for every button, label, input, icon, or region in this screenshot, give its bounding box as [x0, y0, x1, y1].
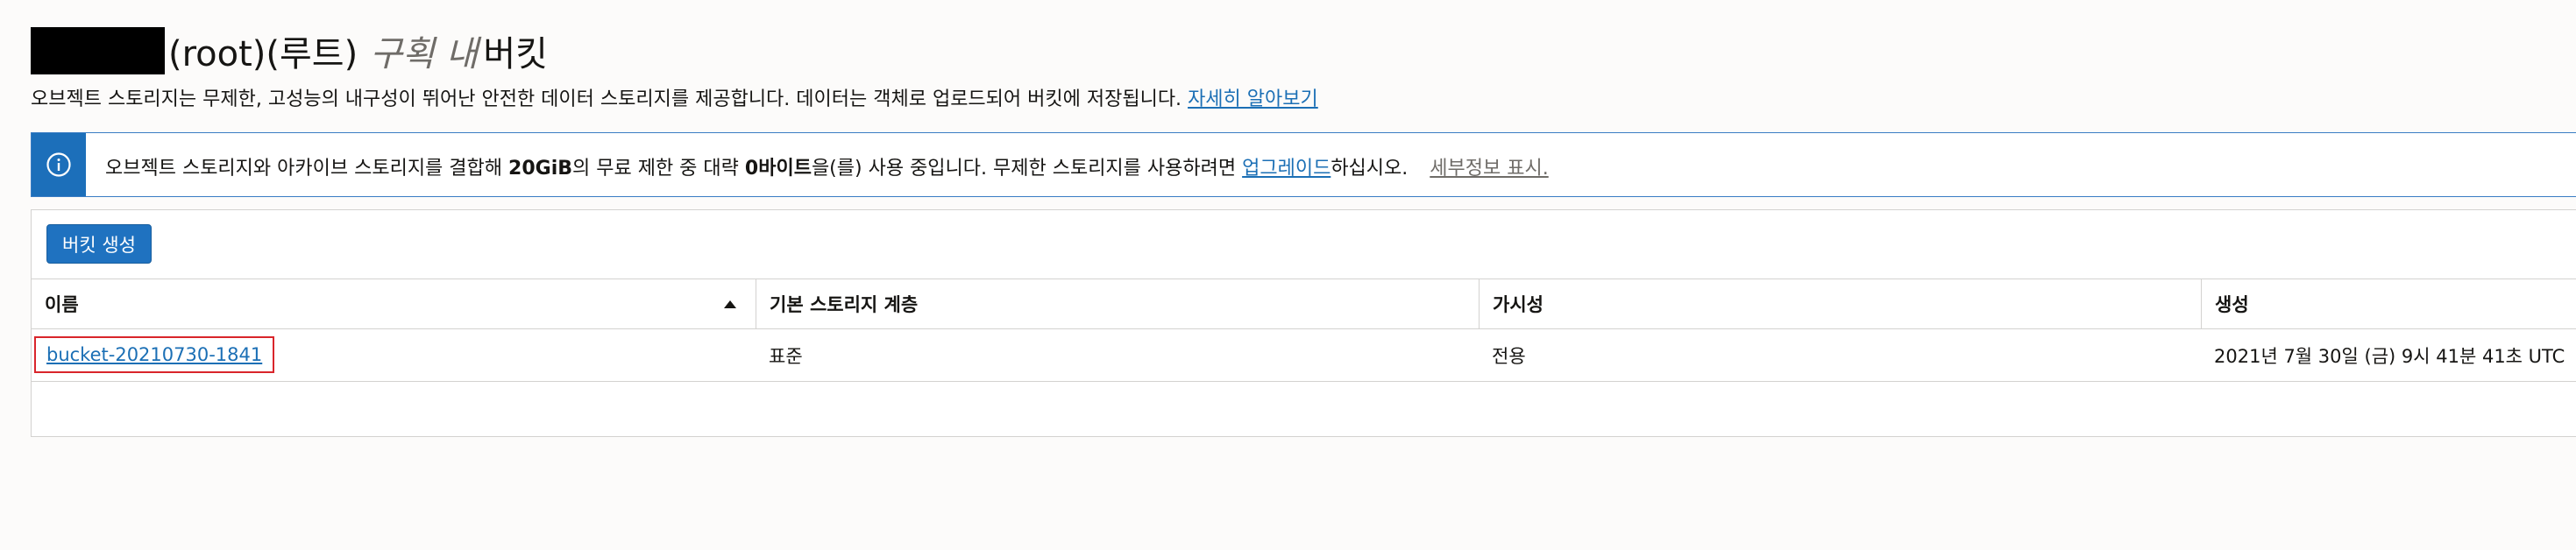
cell-created: 2021년 7월 30일 (금) 9시 41분 41초 UTC	[2214, 345, 2565, 367]
page-title: (root)(루트) 구획 내 버킷	[31, 25, 548, 77]
free-limit-value: 20GiB	[508, 158, 572, 180]
table-row: bucket-20210730-1841 표준 전용 2021년 7월 30일 …	[32, 329, 2576, 382]
column-header-name-label: 이름	[45, 294, 79, 315]
column-header-visibility-label: 가시성	[1493, 294, 1543, 315]
info-banner-message: 오브젝트 스토리지와 아카이브 스토리지를 결합해 20GiB의 무료 제한 중…	[105, 152, 1549, 180]
page-description: 오브젝트 스토리지는 무제한, 고성능의 내구성이 뛰어난 안전한 데이터 스토…	[31, 83, 1318, 111]
info-icon	[46, 152, 71, 177]
show-details-link[interactable]: 세부정보 표시.	[1430, 158, 1548, 180]
buckets-panel: 버킷 생성 이름 기본 스토리지 계층 가시성 생성 bucket-202107…	[31, 209, 2576, 437]
cell-bucket-name: bucket-20210730-1841	[32, 329, 756, 381]
banner-text-post: 을(를) 사용 중입니다. 무제한 스토리지를 사용하려면	[811, 158, 1237, 180]
column-header-tier-label: 기본 스토리지 계층	[770, 294, 919, 315]
page-title-buckets: 버킷	[483, 34, 548, 74]
used-amount-value: 0바이트	[744, 158, 812, 180]
column-header-created-label: 생성	[2215, 294, 2249, 315]
info-banner-strip	[32, 133, 86, 196]
redacted-tenancy-name	[31, 27, 165, 74]
column-header-visibility[interactable]: 가시성	[1479, 279, 2201, 328]
create-bucket-button[interactable]: 버킷 생성	[46, 224, 152, 264]
info-banner: 오브젝트 스토리지와 아카이브 스토리지를 결합해 20GiB의 무료 제한 중…	[31, 132, 2576, 197]
column-header-tier[interactable]: 기본 스토리지 계층	[756, 279, 1479, 328]
banner-text-end: 하십시오.	[1331, 158, 1409, 180]
learn-more-link[interactable]: 자세히 알아보기	[1188, 88, 1318, 110]
banner-text-pre: 오브젝트 스토리지와 아카이브 스토리지를 결합해	[105, 158, 503, 180]
table-header: 이름 기본 스토리지 계층 가시성 생성	[32, 279, 2576, 329]
column-header-name[interactable]: 이름	[32, 279, 756, 328]
buckets-page: (root)(루트) 구획 내 버킷 오브젝트 스토리지는 무제한, 고성능의 …	[0, 0, 2576, 550]
upgrade-link[interactable]: 업그레이드	[1242, 158, 1331, 180]
column-header-created[interactable]: 생성	[2201, 279, 2576, 328]
description-text: 오브젝트 스토리지는 무제한, 고성능의 내구성이 뛰어난 안전한 데이터 스토…	[31, 88, 1182, 110]
page-title-compartment: 구획 내	[370, 34, 479, 74]
cell-storage-tier: 표준	[769, 345, 803, 367]
bucket-name-link[interactable]: bucket-20210730-1841	[46, 344, 262, 365]
sort-ascending-icon[interactable]	[724, 300, 736, 308]
page-title-root: (root)(루트)	[168, 34, 358, 74]
bucket-link-highlight: bucket-20210730-1841	[34, 336, 275, 373]
banner-text-mid: 의 무료 제한 중 대략	[572, 158, 739, 180]
cell-visibility: 전용	[1492, 345, 1526, 367]
